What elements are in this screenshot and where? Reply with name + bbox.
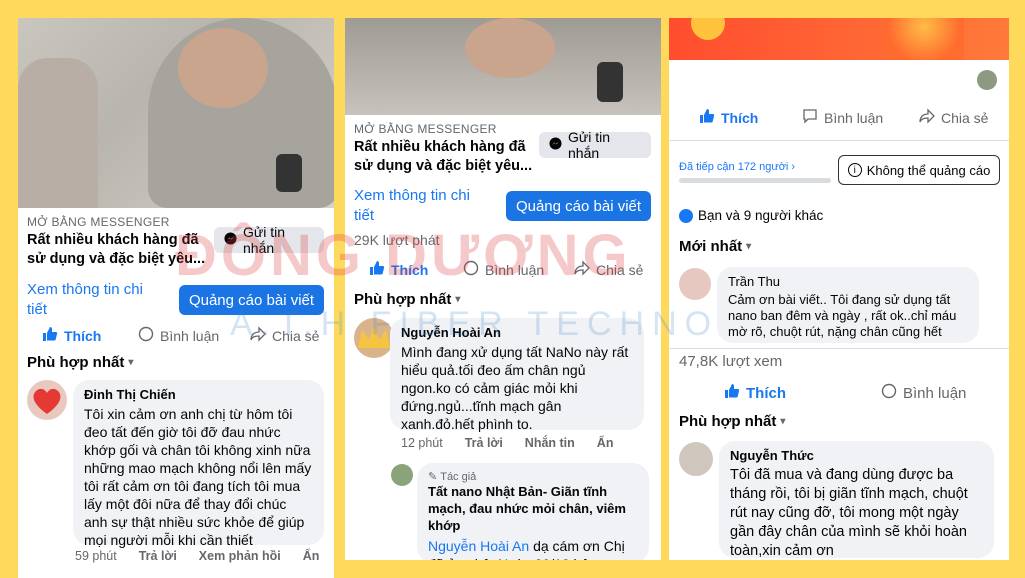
boost-post-button[interactable]: Quảng cáo bài viết — [506, 191, 651, 221]
comment-button[interactable]: Bình luận — [138, 326, 219, 345]
like-button[interactable]: Thích — [699, 108, 758, 127]
no-ads-label: Không thể quảng cáo — [866, 162, 991, 178]
comment-bubble: Đinh Thị Chiến Tôi xin cảm ơn anh chị từ… — [73, 380, 324, 548]
view-count: 47,8K lượt xem — [679, 353, 783, 370]
like-label: Thích — [746, 384, 786, 402]
hide-link[interactable]: Ẩn — [303, 549, 320, 563]
like-button-2[interactable]: Thích — [724, 383, 786, 403]
commenter-name[interactable]: Trần Thu — [728, 274, 968, 289]
pencil-icon: ✎ — [428, 471, 438, 483]
no-ads-button[interactable]: i Không thể quảng cáo — [838, 155, 1000, 185]
comment-time: 59 phút — [75, 549, 117, 563]
post-panel-1: MỞ BẰNG MESSENGER Rất nhiều khách hàng đ… — [18, 18, 334, 578]
send-message-label: Gửi tin nhắn — [568, 129, 611, 161]
thumbs-up-icon — [724, 383, 740, 403]
like-label: Thích — [64, 327, 102, 344]
post-panel-3: Thích Bình luận Chia sẻ Đã tiếp cận 172 … — [669, 18, 1009, 560]
comment-icon — [881, 383, 897, 403]
comment-label: Bình luận — [160, 327, 220, 344]
share-icon — [919, 108, 935, 127]
thumbs-up-icon — [42, 326, 58, 345]
comment-text: Cảm ơn bài viết.. Tôi đang sử dụng tất n… — [728, 292, 957, 339]
comment-bubble: Trần Thu Cảm ơn bài viết.. Tôi đang sử d… — [717, 267, 979, 343]
reach-bar — [679, 178, 831, 183]
sort-dropdown[interactable]: Phù hợp nhất ▾ — [27, 354, 133, 371]
post-panel-2: MỞ BẰNG MESSENGER Rất nhiều khách hàng đ… — [345, 18, 661, 560]
chevron-down-icon: ▾ — [746, 241, 752, 252]
reactions-summary[interactable]: Bạn và 9 người khác — [679, 208, 823, 223]
more-info-link[interactable]: Xem thông tin chi tiết — [27, 280, 157, 320]
sort-dropdown[interactable]: Phù hợp nhất ▾ — [679, 413, 785, 430]
like-label: Thích — [721, 109, 759, 126]
watermark-subtext: A.T.H FIBER TECHNO — [230, 305, 720, 343]
sort-dropdown-newest[interactable]: Mới nhất ▾ — [679, 238, 751, 255]
user-avatar-icon[interactable] — [977, 70, 997, 90]
ad-title: Rất nhiều khách hàng đã sử dụng và đặc b… — [354, 139, 533, 174]
comment-button-2[interactable]: Bình luận — [881, 383, 966, 403]
watermark-logo: ĐÔNG DƯƠNG — [175, 223, 632, 288]
comment-icon — [802, 108, 818, 127]
ad-label: MỞ BẰNG MESSENGER — [354, 122, 497, 136]
share-button[interactable]: Chia sẻ — [919, 108, 988, 127]
chevron-down-icon: ▾ — [780, 416, 786, 427]
see-replies-link[interactable]: Xem phản hồi — [199, 549, 281, 563]
author-badge-label: Tác giả — [440, 470, 477, 483]
reply-author-name[interactable]: Tất nano Nhật Bản- Giãn tĩnh mạch, đau n… — [428, 483, 638, 534]
divider — [669, 140, 1009, 141]
sort-label: Mới nhất — [679, 238, 743, 255]
sort-label: Phù hợp nhất — [27, 354, 125, 371]
reactions-label: Bạn và 9 người khác — [698, 208, 824, 223]
video-thumbnail[interactable] — [18, 18, 334, 208]
info-icon: i — [847, 163, 862, 177]
comment-text: Tôi xin cảm ơn anh chị từ hôm tôi đeo tấ… — [84, 406, 312, 548]
message-link[interactable]: Nhắn tin — [525, 436, 575, 450]
author-badge: ✎ Tác giả — [428, 470, 638, 484]
video-banner[interactable] — [669, 18, 1009, 60]
comment-icon — [138, 326, 154, 345]
comment-label: Bình luận — [824, 109, 884, 126]
video-thumbnail[interactable] — [345, 18, 661, 115]
reply-link[interactable]: Trả lời — [139, 549, 177, 563]
ad-label: MỞ BẰNG MESSENGER — [27, 215, 170, 229]
like-button[interactable]: Thích — [42, 326, 101, 345]
reply-bubble: ✎ Tác giả Tất nano Nhật Bản- Giãn tĩnh m… — [417, 463, 649, 560]
commenter-name[interactable]: Nguyễn Thức — [730, 448, 983, 463]
comment-meta: 59 phút Trả lời Xem phản hồi Ẩn — [75, 549, 319, 563]
avatar[interactable] — [679, 442, 713, 476]
commenter-name[interactable]: Đinh Thị Chiến — [84, 387, 313, 402]
messenger-icon — [549, 137, 562, 153]
hide-link[interactable]: Ẩn — [597, 436, 614, 450]
chevron-down-icon: ▾ — [455, 294, 461, 305]
heart-icon — [33, 388, 61, 414]
avatar[interactable] — [679, 268, 711, 300]
comment-time: 12 phút — [401, 436, 443, 450]
divider — [669, 348, 1009, 349]
chevron-down-icon: ▾ — [128, 357, 134, 368]
sort-label: Phù hợp nhất — [679, 413, 777, 430]
more-info-link[interactable]: Xem thông tin chi tiết — [354, 186, 484, 226]
send-message-button[interactable]: Gửi tin nhắn — [539, 129, 651, 161]
comment-bubble: Nguyễn Thức Tôi đã mua và đang dùng được… — [719, 441, 994, 559]
reply-link[interactable]: Trả lời — [465, 436, 503, 450]
comment-label: Bình luận — [903, 384, 967, 402]
comment-text: Mình đang xử dụng tất NaNo này rất hiểu … — [401, 344, 629, 432]
like-reaction-icon — [679, 208, 693, 223]
share-label: Chia sẻ — [941, 109, 989, 126]
page-avatar[interactable] — [391, 464, 413, 486]
comment-text: Tôi đã mua và đang dùng được ba tháng rồ… — [730, 467, 968, 559]
comment-button[interactable]: Bình luận — [802, 108, 883, 127]
avatar[interactable] — [27, 380, 67, 420]
reach-link[interactable]: Đã tiếp cận 172 người › — [679, 161, 795, 173]
thumbs-up-icon — [699, 108, 715, 127]
comment-meta: 12 phút Trả lời Nhắn tin Ẩn — [401, 436, 613, 450]
mention-link[interactable]: Nguyễn Hoài An — [428, 538, 529, 554]
